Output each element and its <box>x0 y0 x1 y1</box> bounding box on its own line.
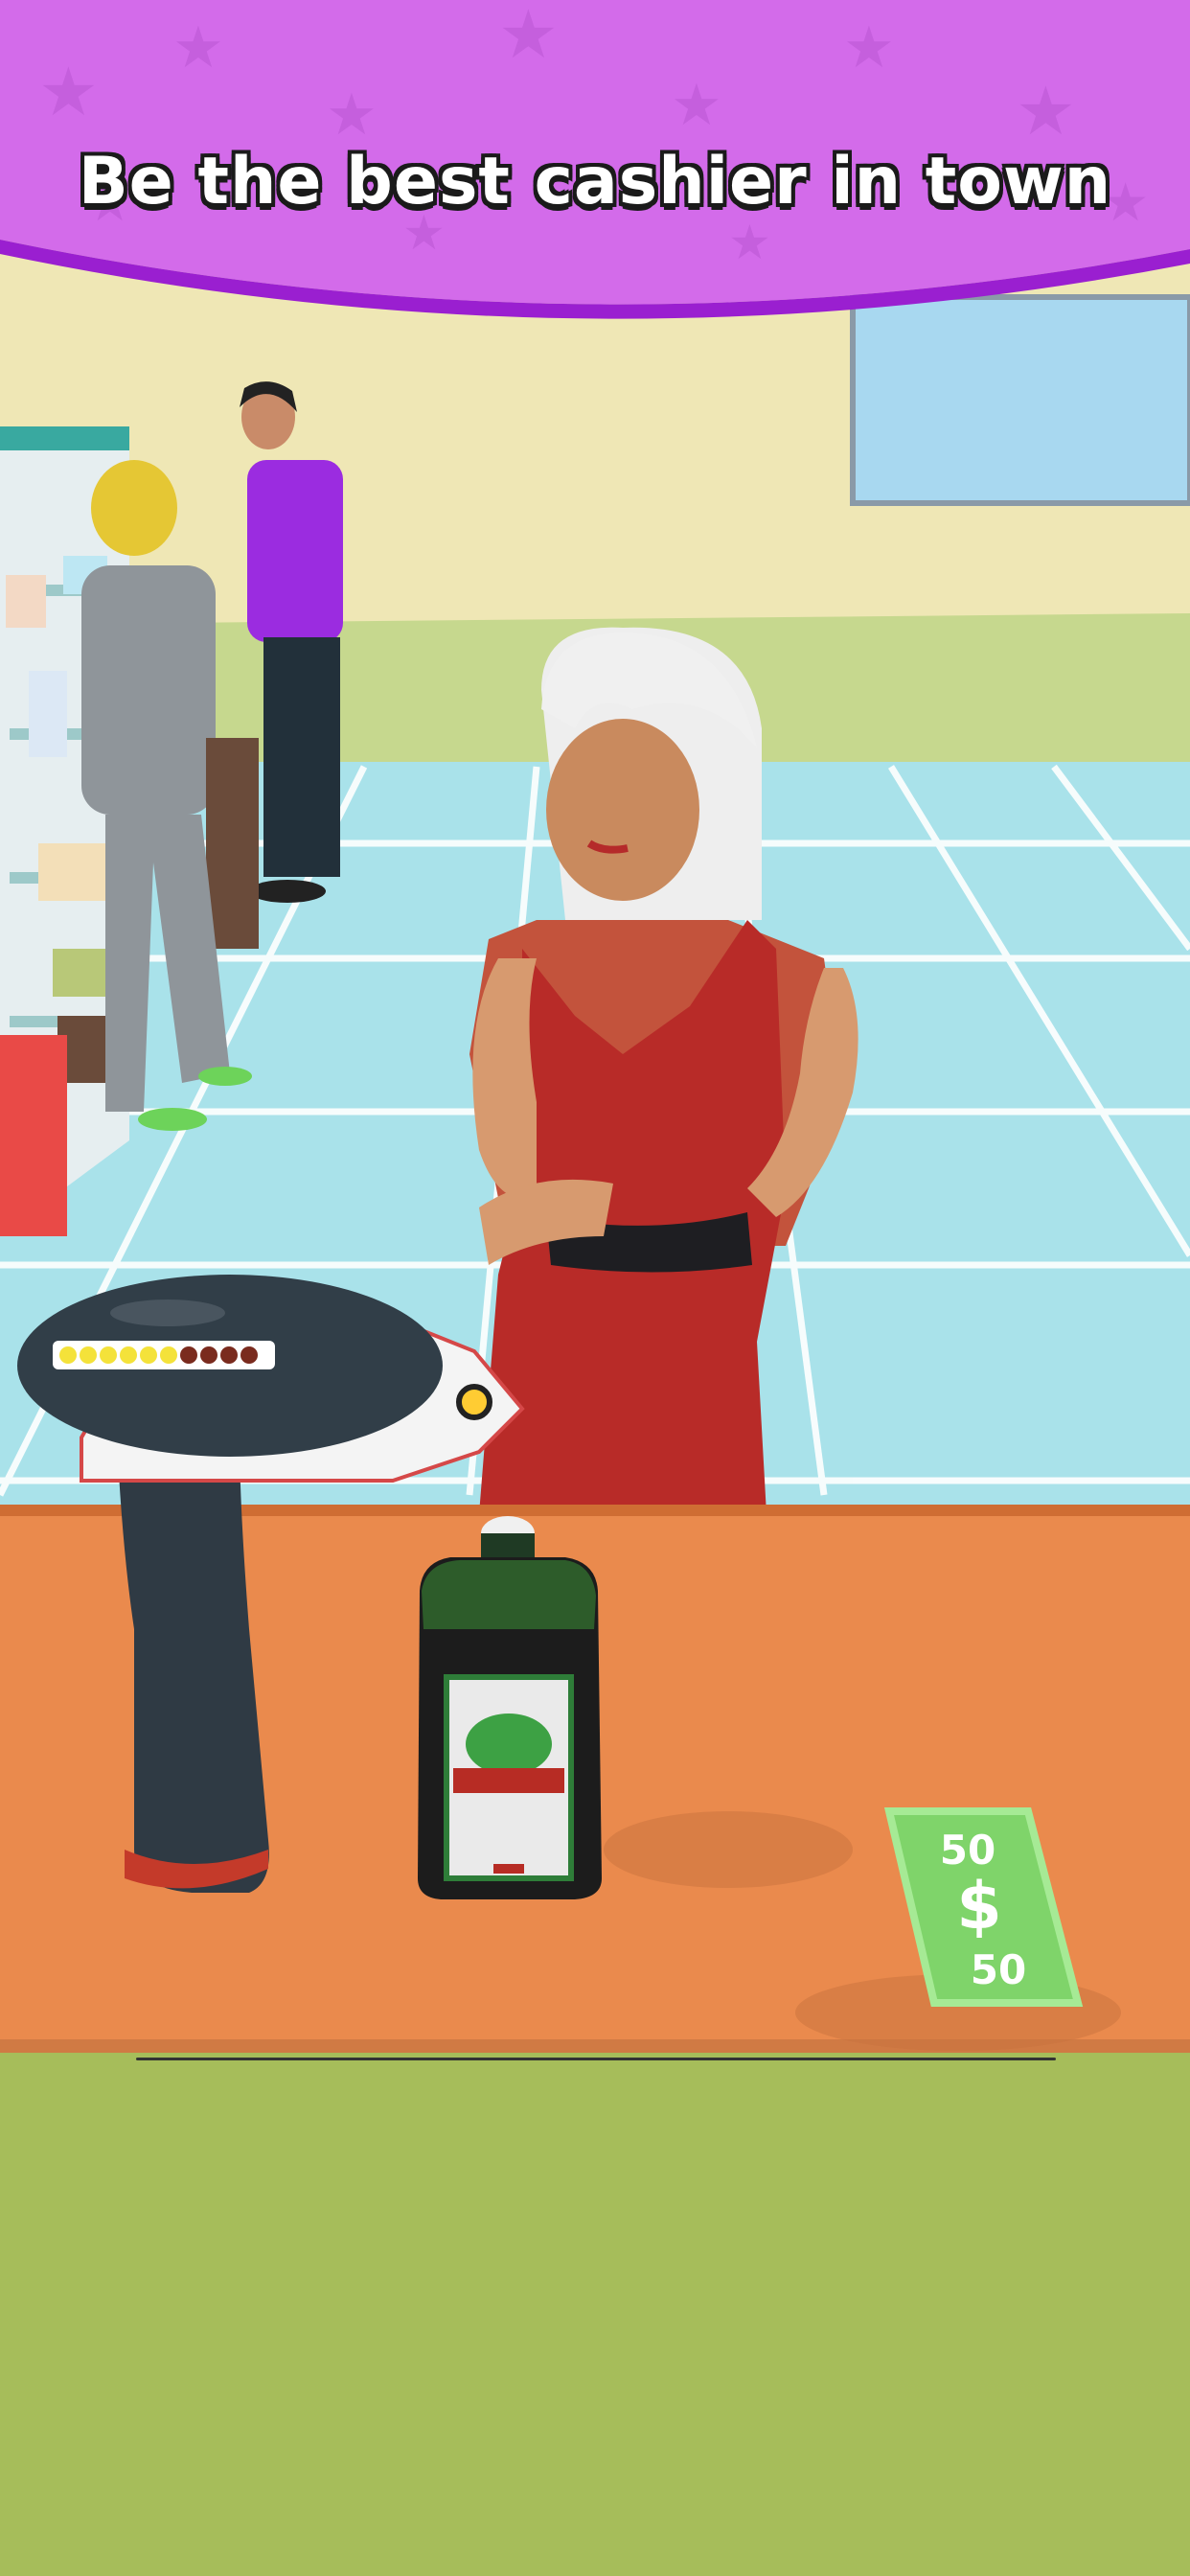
svg-text:★: ★ <box>498 0 559 74</box>
charge-segment <box>160 1346 177 1364</box>
svg-text:★: ★ <box>728 215 771 270</box>
charge-segment <box>240 1346 258 1364</box>
svg-text:★: ★ <box>1016 72 1076 150</box>
game-scene: 50 $ 50 ★ ★ ★ ★ ★ ★ ★ ★ ★ ★ ★ <box>0 0 1190 2576</box>
charge-segment <box>140 1346 157 1364</box>
bill-top-value: 50 <box>940 1827 995 1874</box>
svg-text:★: ★ <box>671 72 722 139</box>
bill-dollar-icon: $ <box>956 1869 1001 1944</box>
home-indicator <box>136 2058 1056 2060</box>
charge-segment <box>100 1346 117 1364</box>
wall-window <box>850 294 1190 506</box>
liquor-bottle-icon[interactable] <box>418 1516 602 1899</box>
charge-segment <box>120 1346 137 1364</box>
svg-text:★: ★ <box>326 81 378 149</box>
svg-text:★: ★ <box>172 14 224 81</box>
bottle-shadow <box>604 1811 853 1888</box>
scanner-lens-icon <box>456 1384 492 1420</box>
banner-headline: Be the best cashier in town <box>78 144 1112 219</box>
charge-segment <box>59 1346 77 1364</box>
charge-segment <box>80 1346 97 1364</box>
charge-segment <box>200 1346 217 1364</box>
svg-text:★: ★ <box>843 14 895 81</box>
bill-bottom-value: 50 <box>971 1946 1026 1993</box>
svg-text:★: ★ <box>38 53 99 131</box>
charge-segment <box>220 1346 238 1364</box>
lower-ground <box>0 2053 1190 2576</box>
charge-segment <box>180 1346 197 1364</box>
